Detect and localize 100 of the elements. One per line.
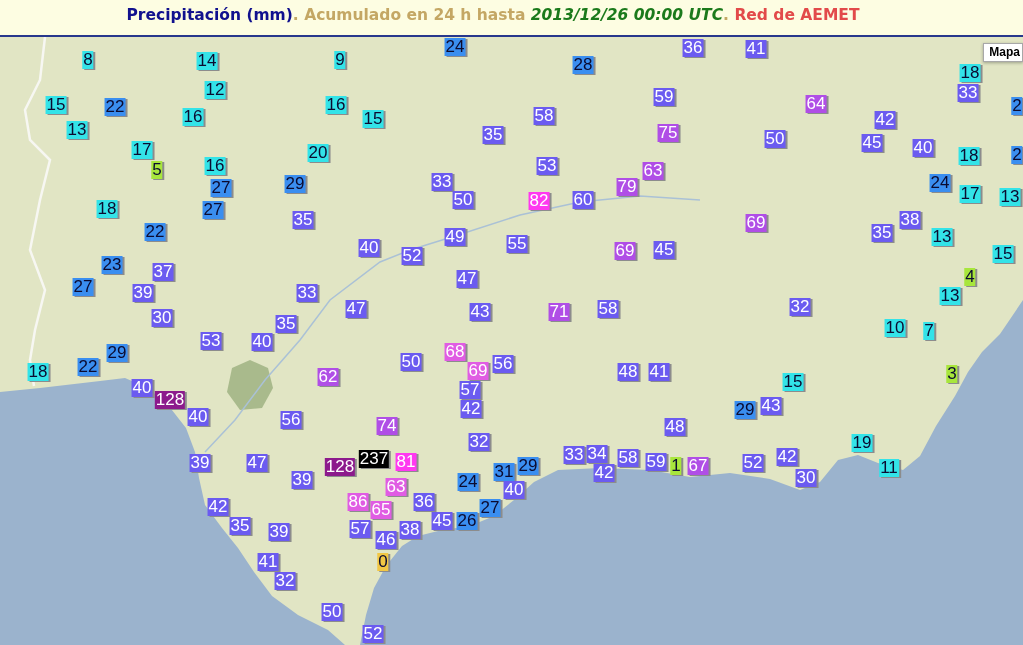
rainfall-marker: 12 [204,81,226,99]
rainfall-marker: 32 [468,433,490,451]
rainfall-marker: 39 [189,454,211,472]
rainfall-marker: 29 [517,457,539,475]
rainfall-marker: 0 [377,553,389,571]
rainfall-marker: 40 [912,139,934,157]
rainfall-marker: 32 [789,298,811,316]
rainfall-marker: 86 [347,493,369,511]
rainfall-marker: 26 [456,512,478,530]
rainfall-marker: 16 [325,96,347,114]
map-title: Precipitación (mm). Acumulado en 24 h hasta 2013/12/26 00:00 UTC. Red de AEMET [126,6,860,25]
rainfall-marker: 9 [334,51,346,69]
rainfall-marker: 50 [400,353,422,371]
rainfall-marker: 67 [687,457,709,475]
rainfall-marker: 52 [401,247,423,265]
rainfall-marker: 35 [482,126,504,144]
map-type-button[interactable]: Mapa [983,43,1023,62]
rainfall-marker: 2 [1011,97,1023,115]
rainfall-marker: 36 [413,493,435,511]
rainfall-marker: 237 [358,450,390,468]
rainfall-marker: 36 [682,39,704,57]
rainfall-marker: 58 [617,449,639,467]
rainfall-marker: 28 [572,56,594,74]
rainfall-marker: 23 [101,256,123,274]
rainfall-marker: 81 [395,453,417,471]
rainfall-marker: 47 [246,454,268,472]
rainfall-marker: 45 [861,134,883,152]
rainfall-marker: 40 [131,379,153,397]
rainfall-marker: 16 [204,157,226,175]
rainfall-marker: 33 [563,446,585,464]
rainfall-marker: 11 [879,459,899,477]
rainfall-marker: 22 [77,358,99,376]
rainfall-marker: 17 [131,141,153,159]
rainfall-marker: 24 [929,174,951,192]
rainfall-marker: 38 [899,211,921,229]
rainfall-marker: 62 [317,368,339,386]
rainfall-marker: 15 [45,96,67,114]
rainfall-marker: 63 [385,478,407,496]
rainfall-marker: 24 [444,38,466,56]
rainfall-marker: 42 [874,111,896,129]
rainfall-marker: 35 [871,224,893,242]
rainfall-marker: 74 [376,417,398,435]
rainfall-marker: 53 [536,157,558,175]
rainfall-marker: 30 [151,309,173,327]
rainfall-marker: 128 [324,458,356,476]
rainfall-marker: 58 [597,300,619,318]
rainfall-marker: 34 [586,445,608,463]
rainfall-marker: 59 [645,453,667,471]
rainfall-marker: 60 [572,191,594,209]
rainfall-marker: 128 [154,391,186,409]
rainfall-marker: 15 [362,110,384,128]
rainfall-marker: 53 [200,332,222,350]
rainfall-marker: 48 [664,418,686,436]
rainfall-marker: 7 [923,322,935,340]
rainfall-marker: 63 [642,162,664,180]
rainfall-marker: 38 [399,521,421,539]
rainfall-marker: 1 [670,457,682,475]
rainfall-marker: 59 [653,88,675,106]
rainfall-marker: 18 [96,200,118,218]
rainfall-marker: 42 [207,498,229,516]
rainfall-marker: 13 [66,121,88,139]
rainfall-marker: 27 [479,499,501,517]
rainfall-marker: 27 [72,278,94,296]
rainfall-marker: 29 [284,175,306,193]
rainfall-marker: 18 [958,147,980,165]
rainfall-marker: 16 [182,108,204,126]
rainfall-marker: 79 [616,178,638,196]
rainfall-marker: 40 [503,481,525,499]
rainfall-marker: 43 [469,303,491,321]
rainfall-marker: 69 [467,362,489,380]
rainfall-marker: 71 [548,303,570,321]
rainfall-marker: 39 [291,471,313,489]
rainfall-marker: 64 [805,95,827,113]
rainfall-marker: 41 [745,40,767,58]
rainfall-marker: 35 [275,315,297,333]
rainfall-marker: 27 [210,179,232,197]
rainfall-marker: 18 [959,64,981,82]
rainfall-marker: 14 [196,52,218,70]
rainfall-marker: 24 [457,473,479,491]
rainfall-marker: 13 [931,228,953,246]
rainfall-marker: 52 [742,454,764,472]
rainfall-marker: 40 [187,408,209,426]
rainfall-marker: 33 [957,84,979,102]
rainfall-marker: 20 [307,144,329,162]
rainfall-marker: 5 [151,161,163,179]
rainfall-marker: 69 [614,242,636,260]
rainfall-marker: 57 [349,520,371,538]
rainfall-marker: 22 [104,98,126,116]
rainfall-marker: 37 [152,263,174,281]
rainfall-marker: 49 [444,228,466,246]
rainfall-marker: 45 [653,241,675,259]
rainfall-marker: 32 [274,572,296,590]
rainfall-marker: 40 [251,333,273,351]
rainfall-marker: 65 [370,501,392,519]
rainfall-marker: 13 [939,287,961,305]
rainfall-marker: 8 [82,51,94,69]
rainfall-marker: 69 [745,214,767,232]
rainfall-marker: 55 [506,235,528,253]
rainfall-marker: 75 [657,124,679,142]
rainfall-marker: 35 [292,211,314,229]
